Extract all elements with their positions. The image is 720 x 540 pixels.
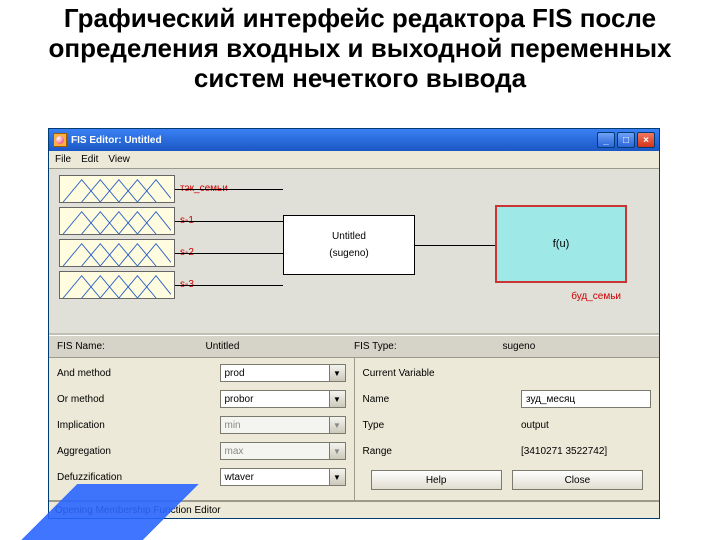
window-title: FIS Editor: Untitled: [71, 135, 162, 146]
defuzz-combo[interactable]: wtaver▼: [220, 468, 346, 486]
engine-type: (sugeno): [329, 248, 368, 259]
curvar-type-value: output: [521, 420, 651, 431]
diagram-canvas: тэк_семьи s-1 s-2 s-3 Untitled (sugeno): [49, 169, 659, 335]
fis-type-value: sugeno: [503, 341, 652, 352]
methods-panel: And method prod▼ Or method probor▼ Impli…: [49, 358, 355, 500]
chevron-down-icon: ▼: [329, 417, 345, 433]
fis-name-value: Untitled: [206, 341, 355, 352]
engine-name: Untitled: [332, 231, 366, 242]
aggregation-label: Aggregation: [57, 446, 220, 457]
fis-type-label: FIS Type:: [354, 341, 503, 352]
defuzz-label: Defuzzification: [57, 472, 220, 483]
matlab-icon: [53, 133, 67, 147]
menubar: File Edit View: [49, 151, 659, 169]
menu-file[interactable]: File: [55, 154, 71, 165]
curvar-name-label: Name: [363, 394, 522, 405]
slide-title: Графический интерфейс редактора FIS посл…: [0, 0, 720, 96]
curvar-range-value: [3410271 3522742]: [521, 446, 651, 457]
current-var-heading: Current Variable: [363, 368, 652, 379]
menu-view[interactable]: View: [108, 154, 130, 165]
help-button[interactable]: Help: [371, 470, 502, 490]
input-var-3[interactable]: s-2: [59, 239, 175, 267]
and-method-label: And method: [57, 368, 220, 379]
or-method-label: Or method: [57, 394, 220, 405]
output-var-box[interactable]: f(u): [495, 205, 627, 283]
implication-label: Implication: [57, 420, 220, 431]
fis-name-label: FIS Name:: [57, 341, 206, 352]
output-var-label: буд_семьи: [571, 291, 621, 302]
chevron-down-icon: ▼: [329, 469, 345, 485]
output-fn-label: f(u): [553, 238, 570, 250]
chevron-down-icon: ▼: [329, 391, 345, 407]
close-button[interactable]: Close: [512, 470, 643, 490]
input-var-2[interactable]: s-1: [59, 207, 175, 235]
or-method-combo[interactable]: probor▼: [220, 390, 346, 408]
chevron-down-icon: ▼: [329, 365, 345, 381]
rule-engine-box[interactable]: Untitled (sugeno): [283, 215, 415, 275]
properties-panels: And method prod▼ Or method probor▼ Impli…: [49, 358, 659, 500]
slide-accent-decoration: [0, 484, 220, 540]
fis-editor-window: FIS Editor: Untitled _ □ × File Edit Vie…: [48, 128, 660, 519]
minimize-button[interactable]: _: [597, 132, 615, 148]
curvar-type-label: Type: [363, 420, 522, 431]
input-var-4[interactable]: s-3: [59, 271, 175, 299]
maximize-button[interactable]: □: [617, 132, 635, 148]
and-method-combo[interactable]: prod▼: [220, 364, 346, 382]
menu-edit[interactable]: Edit: [81, 154, 98, 165]
curvar-range-label: Range: [363, 446, 522, 457]
close-window-button[interactable]: ×: [637, 132, 655, 148]
chevron-down-icon: ▼: [329, 443, 345, 459]
input-var-1[interactable]: тэк_семьи: [59, 175, 175, 203]
titlebar: FIS Editor: Untitled _ □ ×: [49, 129, 659, 151]
current-variable-panel: Current Variable Name зуд_месяц Type out…: [355, 358, 660, 500]
curvar-name-field[interactable]: зуд_месяц: [521, 390, 651, 408]
implication-combo[interactable]: min▼: [220, 416, 346, 434]
inputs-column: тэк_семьи s-1 s-2 s-3: [59, 175, 189, 299]
aggregation-combo[interactable]: max▼: [220, 442, 346, 460]
fis-info-row: FIS Name: Untitled FIS Type: sugeno: [49, 335, 659, 358]
